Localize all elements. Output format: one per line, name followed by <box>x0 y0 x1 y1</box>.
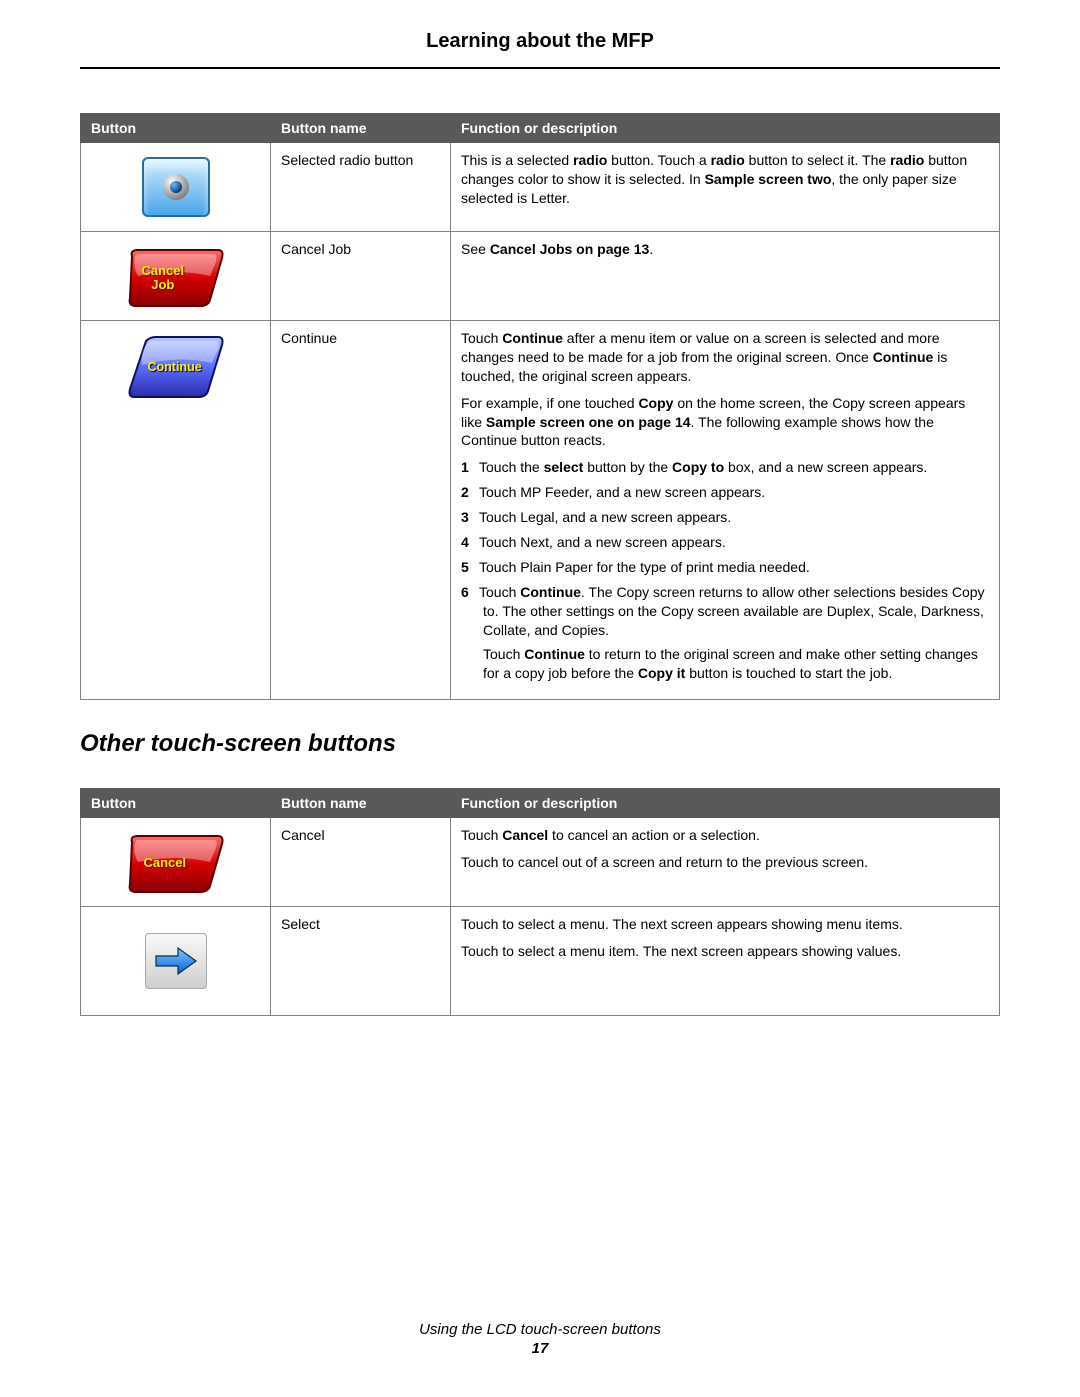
table-row: CancelJob Cancel Job See Cancel Jobs on … <box>81 232 1000 321</box>
button-name: Continue <box>271 321 451 700</box>
select-arrow-icon <box>145 933 207 989</box>
th-desc: Function or description <box>451 114 1000 143</box>
continue-steps: 1Touch the select button by the Copy to … <box>461 458 989 639</box>
continue-icon: Continue <box>126 335 226 399</box>
th-desc: Function or description <box>451 789 1000 818</box>
selected-radio-icon <box>142 157 210 217</box>
page-number: 17 <box>0 1340 1080 1357</box>
button-desc: This is a selected radio button. Touch a… <box>451 143 1000 232</box>
button-name: Selected radio button <box>271 143 451 232</box>
th-name: Button name <box>271 114 451 143</box>
continue-label: Continue <box>148 359 202 376</box>
footer-caption: Using the LCD touch-screen buttons <box>0 1321 1080 1338</box>
cancel-job-label: CancelJob <box>142 264 185 293</box>
page-title: Learning about the MFP <box>80 30 1000 69</box>
buttons-table-2: Button Button name Function or descripti… <box>80 788 1000 1016</box>
table-row: Select Touch to select a menu. The next … <box>81 907 1000 1016</box>
cancel-job-icon: CancelJob <box>126 246 226 306</box>
button-name: Cancel Job <box>271 232 451 321</box>
button-name: Select <box>271 907 451 1016</box>
cancel-label: Cancel <box>144 856 187 870</box>
subsection-heading: Other touch-screen buttons <box>80 730 1000 758</box>
button-desc: See Cancel Jobs on page 13. <box>451 232 1000 321</box>
th-button: Button <box>81 789 271 818</box>
buttons-table-1: Button Button name Function or descripti… <box>80 113 1000 700</box>
th-button: Button <box>81 114 271 143</box>
table-row: Selected radio button This is a selected… <box>81 143 1000 232</box>
page-footer: Using the LCD touch-screen buttons 17 <box>0 1321 1080 1357</box>
th-name: Button name <box>271 789 451 818</box>
button-desc: Touch Cancel to cancel an action or a se… <box>451 818 1000 907</box>
table-row: Continue Continue Touch Continue after a… <box>81 321 1000 700</box>
table-row: Cancel Cancel Touch Cancel to cancel an … <box>81 818 1000 907</box>
button-desc: Touch Continue after a menu item or valu… <box>451 321 1000 700</box>
button-name: Cancel <box>271 818 451 907</box>
cancel-icon: Cancel <box>126 832 226 892</box>
button-desc: Touch to select a menu. The next screen … <box>451 907 1000 1016</box>
